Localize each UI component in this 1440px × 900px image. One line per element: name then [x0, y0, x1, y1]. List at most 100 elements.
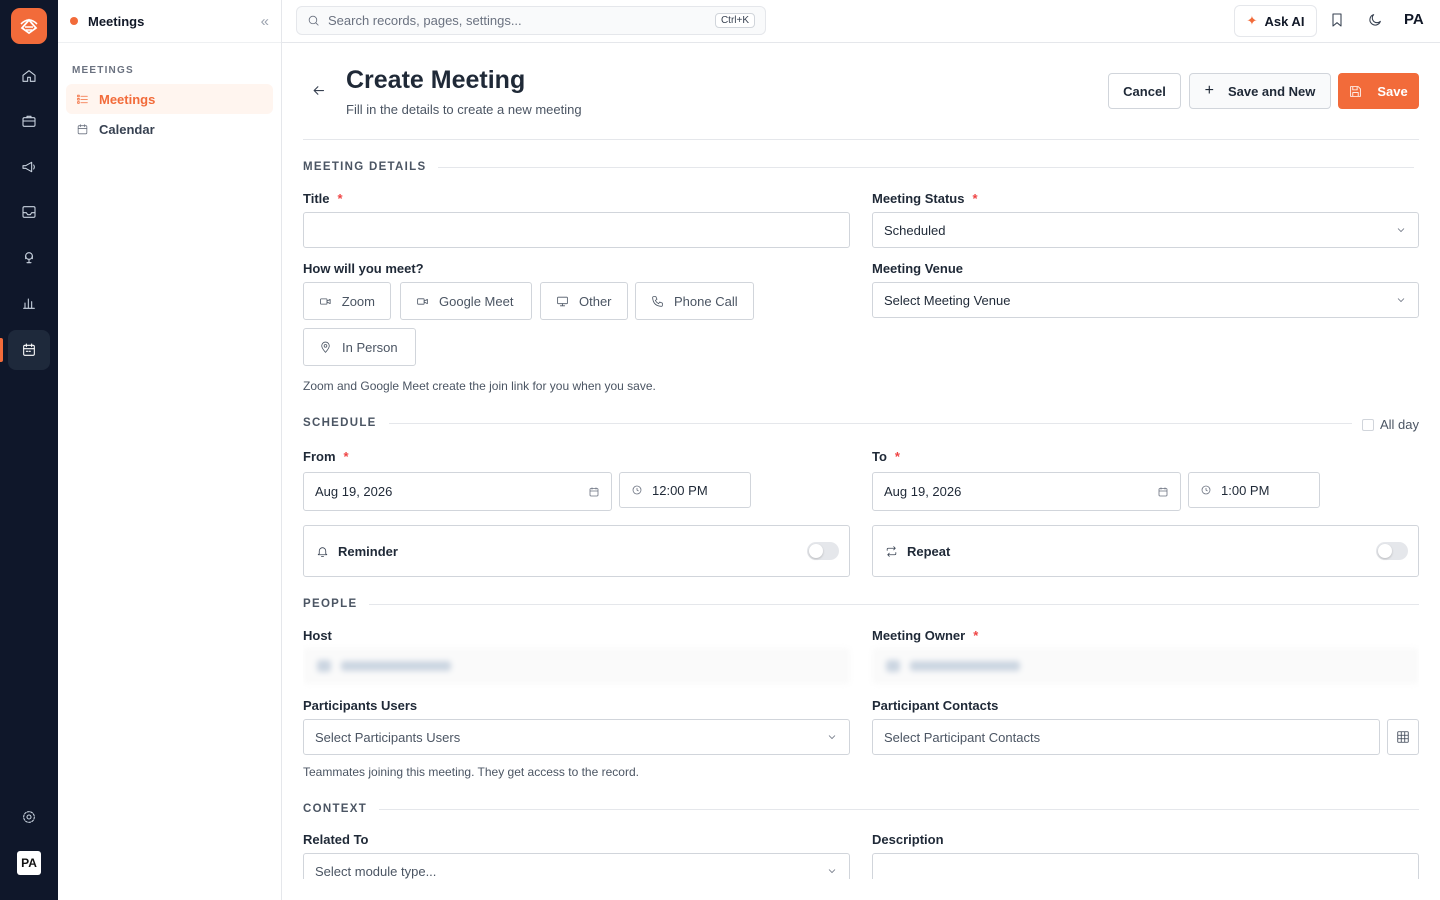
meeting-owner-label: Meeting Owner *	[872, 628, 979, 643]
calendar-icon[interactable]	[588, 486, 600, 498]
page-title: Create Meeting	[346, 66, 526, 94]
title-label: Title *	[303, 191, 343, 206]
sidebar-item-meetings[interactable]: Meetings	[66, 84, 273, 114]
calendar-icon[interactable]	[1157, 486, 1169, 498]
bell-icon	[317, 546, 328, 557]
section-meeting-details: MEETING DETAILS	[303, 161, 1415, 173]
rail-calendar-icon[interactable]	[8, 330, 50, 370]
sparkle-icon: ✦	[1246, 13, 1258, 28]
to-date-input[interactable]: Aug 19, 2026	[872, 472, 1181, 511]
video-icon	[417, 297, 428, 305]
cancel-button[interactable]: Cancel	[1108, 73, 1181, 109]
to-label: To *	[872, 449, 900, 464]
save-and-new-button[interactable]: + Save and New	[1189, 73, 1331, 109]
repeat-toggle[interactable]	[1376, 542, 1408, 560]
top-user-avatar[interactable]: PA	[1404, 11, 1424, 28]
title-input[interactable]	[303, 212, 850, 248]
mode-zoom-button[interactable]: Zoom	[303, 282, 391, 320]
repeat-card: Repeat	[872, 525, 1419, 577]
app-rail: PA	[0, 0, 58, 900]
sidebar-item-calendar[interactable]: Calendar	[66, 114, 273, 144]
section-title: MEETING DETAILS	[303, 161, 427, 173]
app-logo[interactable]	[11, 8, 47, 44]
reminder-label: Reminder	[338, 543, 398, 559]
participant-contacts-select[interactable]: Select Participant Contacts	[872, 719, 1380, 755]
related-to-select[interactable]: Select module type...	[303, 853, 850, 879]
rail-headset-icon[interactable]	[8, 238, 50, 278]
rail-briefcase-icon[interactable]	[8, 101, 50, 141]
meeting-status-select[interactable]: Scheduled	[872, 212, 1419, 248]
list-icon	[77, 94, 88, 104]
meeting-status-value: Scheduled	[884, 222, 946, 238]
chevron-down-icon	[1397, 298, 1405, 303]
participants-users-label: Participants Users	[303, 698, 418, 713]
related-to-label: Related To	[303, 832, 369, 847]
back-arrow-icon[interactable]	[311, 83, 327, 99]
section-people: PEOPLE	[303, 598, 1419, 610]
rail-settings-icon[interactable]	[8, 797, 50, 837]
mode-other-button[interactable]: Other	[540, 282, 628, 320]
rail-chart-icon[interactable]	[8, 283, 50, 323]
mode-in-person-button[interactable]: In Person	[303, 328, 416, 366]
participants-users-placeholder: Select Participants Users	[315, 729, 461, 745]
grid-icon	[1397, 731, 1409, 743]
bookmark-icon[interactable]	[1329, 12, 1347, 30]
video-icon	[320, 297, 331, 305]
page-subtitle: Fill in the details to create a new meet…	[346, 102, 582, 117]
all-day-checkbox[interactable]: All day	[1361, 417, 1419, 432]
collapse-sidebar-icon[interactable]: «	[261, 13, 269, 30]
meeting-venue-placeholder: Select Meeting Venue	[884, 292, 1011, 308]
meeting-venue-label: Meeting Venue	[872, 261, 964, 276]
sidebar-item-label: Meetings	[99, 91, 156, 107]
sidebar-section-label: MEETINGS	[72, 65, 134, 76]
to-date-value: Aug 19, 2026	[884, 484, 962, 499]
save-button[interactable]: Save	[1338, 73, 1419, 109]
chevron-down-icon	[828, 869, 836, 874]
search-input[interactable]: Search records, pages, settings...	[328, 13, 715, 28]
contacts-grid-button[interactable]	[1387, 719, 1419, 755]
search-icon	[308, 15, 319, 26]
dark-mode-icon[interactable]	[1367, 12, 1385, 30]
mode-google-meet-button[interactable]: Google Meet	[400, 282, 532, 320]
chevron-down-icon	[828, 735, 836, 740]
checkbox-box[interactable]	[1361, 418, 1374, 431]
from-time-value: 12:00 PM	[652, 482, 708, 498]
to-time-input[interactable]: 1:00 PM	[1188, 472, 1320, 508]
calendar-icon	[77, 123, 88, 134]
from-date-value: Aug 19, 2026	[315, 484, 393, 499]
section-context: CONTEXT	[303, 803, 1419, 815]
chevron-down-icon	[1397, 228, 1405, 233]
rail-active-indicator	[0, 338, 3, 362]
host-label: Host	[303, 628, 332, 643]
global-search[interactable]: Search records, pages, settings... Ctrl+…	[296, 6, 766, 35]
ask-ai-label: Ask AI	[1264, 13, 1305, 29]
from-time-input[interactable]: 12:00 PM	[619, 472, 751, 508]
repeat-label: Repeat	[907, 543, 951, 559]
clock-icon	[1201, 485, 1211, 495]
repeat-icon	[886, 545, 897, 557]
participants-hint: Teammates joining this meeting. They get…	[303, 765, 639, 779]
participants-users-select[interactable]: Select Participants Users	[303, 719, 850, 755]
reminder-toggle[interactable]	[807, 542, 839, 560]
description-textarea[interactable]	[872, 853, 1419, 879]
section-schedule: SCHEDULE	[303, 417, 1352, 429]
all-day-label: All day	[1379, 417, 1419, 432]
description-label: Description	[872, 832, 944, 847]
from-date-input[interactable]: Aug 19, 2026	[303, 472, 612, 511]
mode-phone-call-button[interactable]: Phone Call	[635, 282, 754, 320]
rail-home-icon[interactable]	[8, 56, 50, 96]
plus-icon: +	[1204, 82, 1214, 99]
sidebar-title: Meetings	[88, 13, 145, 29]
meeting-venue-select[interactable]: Select Meeting Venue	[872, 282, 1419, 318]
meeting-mode-hint: Zoom and Google Meet create the join lin…	[303, 379, 656, 393]
user-avatar[interactable]: PA	[17, 851, 41, 875]
sidebar-item-label: Calendar	[99, 121, 155, 137]
ask-ai-button[interactable]: ✦ Ask AI	[1234, 5, 1317, 37]
save-icon	[1350, 85, 1362, 97]
meeting-owner-select-redacted[interactable]	[872, 648, 1419, 684]
rail-megaphone-icon[interactable]	[8, 147, 50, 187]
host-select-redacted[interactable]	[303, 648, 850, 684]
phone-icon	[652, 295, 663, 307]
section-title: PEOPLE	[303, 598, 358, 610]
rail-inbox-icon[interactable]	[8, 192, 50, 232]
